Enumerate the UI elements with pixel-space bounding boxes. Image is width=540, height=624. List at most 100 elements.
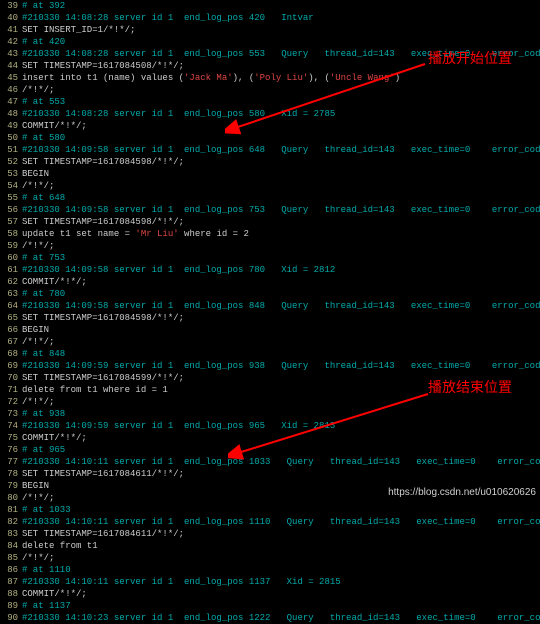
code-line: 62COMMIT/*!*/;	[0, 276, 540, 288]
line-code: #210330 14:10:23 server id 1 end_log_pos…	[18, 612, 540, 624]
code-line: 59/*!*/;	[0, 240, 540, 252]
line-code: update t1 set name = 'Mr Liu' where id =…	[18, 228, 249, 240]
line-code: #210330 14:09:58 server id 1 end_log_pos…	[18, 204, 540, 216]
line-number: 55	[0, 192, 18, 204]
code-line: 89# at 1137	[0, 600, 540, 612]
line-number: 88	[0, 588, 18, 600]
code-line: 40#210330 14:08:28 server id 1 end_log_p…	[0, 12, 540, 24]
line-number: 50	[0, 132, 18, 144]
line-code: SET TIMESTAMP=1617084611/*!*/;	[18, 468, 184, 480]
line-number: 49	[0, 120, 18, 132]
code-line: 57SET TIMESTAMP=1617084598/*!*/;	[0, 216, 540, 228]
line-code: #210330 14:10:11 server id 1 end_log_pos…	[18, 456, 540, 468]
code-line: 73# at 938	[0, 408, 540, 420]
line-code: /*!*/;	[18, 492, 54, 504]
line-number: 89	[0, 600, 18, 612]
code-line: 63# at 780	[0, 288, 540, 300]
line-code: # at 392	[18, 0, 65, 12]
line-number: 77	[0, 456, 18, 468]
code-line: 83SET TIMESTAMP=1617084611/*!*/;	[0, 528, 540, 540]
line-number: 76	[0, 444, 18, 456]
line-code: COMMIT/*!*/;	[18, 588, 87, 600]
line-number: 65	[0, 312, 18, 324]
line-number: 40	[0, 12, 18, 24]
line-number: 84	[0, 540, 18, 552]
line-number: 47	[0, 96, 18, 108]
line-code: # at 580	[18, 132, 65, 144]
code-line: 52SET TIMESTAMP=1617084598/*!*/;	[0, 156, 540, 168]
code-line: 56#210330 14:09:58 server id 1 end_log_p…	[0, 204, 540, 216]
line-code: SET TIMESTAMP=1617084598/*!*/;	[18, 216, 184, 228]
line-code: #210330 14:10:11 server id 1 end_log_pos…	[18, 576, 341, 588]
code-line: 76# at 965	[0, 444, 540, 456]
line-code: #210330 14:09:58 server id 1 end_log_pos…	[18, 264, 335, 276]
code-line: 88COMMIT/*!*/;	[0, 588, 540, 600]
line-code: BEGIN	[18, 168, 49, 180]
line-code: COMMIT/*!*/;	[18, 432, 87, 444]
code-line: 75COMMIT/*!*/;	[0, 432, 540, 444]
line-code: # at 553	[18, 96, 65, 108]
line-number: 56	[0, 204, 18, 216]
code-line: 87#210330 14:10:11 server id 1 end_log_p…	[0, 576, 540, 588]
line-number: 81	[0, 504, 18, 516]
line-number: 70	[0, 372, 18, 384]
code-line: 45insert into t1 (name) values ('Jack Ma…	[0, 72, 540, 84]
line-code: # at 1137	[18, 600, 71, 612]
code-line: 47# at 553	[0, 96, 540, 108]
line-number: 59	[0, 240, 18, 252]
line-number: 52	[0, 156, 18, 168]
line-code: /*!*/;	[18, 336, 54, 348]
code-line: 74#210330 14:09:59 server id 1 end_log_p…	[0, 420, 540, 432]
line-number: 42	[0, 36, 18, 48]
code-line: 46/*!*/;	[0, 84, 540, 96]
line-number: 82	[0, 516, 18, 528]
line-code: /*!*/;	[18, 552, 54, 564]
line-code: #210330 14:08:28 server id 1 end_log_pos…	[18, 12, 314, 24]
line-code: insert into t1 (name) values ('Jack Ma')…	[18, 72, 400, 84]
line-number: 72	[0, 396, 18, 408]
code-line: 55# at 648	[0, 192, 540, 204]
code-line: 77#210330 14:10:11 server id 1 end_log_p…	[0, 456, 540, 468]
line-code: # at 420	[18, 36, 65, 48]
line-code: /*!*/;	[18, 84, 54, 96]
line-number: 53	[0, 168, 18, 180]
line-code: /*!*/;	[18, 240, 54, 252]
line-number: 90	[0, 612, 18, 624]
code-line: 69#210330 14:09:59 server id 1 end_log_p…	[0, 360, 540, 372]
line-number: 43	[0, 48, 18, 60]
line-number: 39	[0, 0, 18, 12]
code-editor[interactable]: 39# at 39240#210330 14:08:28 server id 1…	[0, 0, 540, 624]
line-number: 60	[0, 252, 18, 264]
line-number: 51	[0, 144, 18, 156]
code-line: 54/*!*/;	[0, 180, 540, 192]
line-number: 85	[0, 552, 18, 564]
line-code: COMMIT/*!*/;	[18, 276, 87, 288]
line-number: 48	[0, 108, 18, 120]
line-code: SET TIMESTAMP=1617084611/*!*/;	[18, 528, 184, 540]
line-code: #210330 14:08:28 server id 1 end_log_pos…	[18, 108, 335, 120]
line-code: delete from t1	[18, 540, 98, 552]
code-line: 49COMMIT/*!*/;	[0, 120, 540, 132]
line-code: SET TIMESTAMP=1617084599/*!*/;	[18, 372, 184, 384]
line-code: BEGIN	[18, 480, 49, 492]
line-code: #210330 14:09:59 server id 1 end_log_pos…	[18, 420, 335, 432]
code-line: 61#210330 14:09:58 server id 1 end_log_p…	[0, 264, 540, 276]
line-number: 83	[0, 528, 18, 540]
line-code: #210330 14:10:11 server id 1 end_log_pos…	[18, 516, 540, 528]
annotation-end: 播放结束位置	[428, 383, 512, 395]
line-number: 58	[0, 228, 18, 240]
line-code: SET INSERT_ID=1/*!*/;	[18, 24, 135, 36]
code-line: 58update t1 set name = 'Mr Liu' where id…	[0, 228, 540, 240]
code-line: 68# at 848	[0, 348, 540, 360]
line-code: COMMIT/*!*/;	[18, 120, 87, 132]
line-code: #210330 14:09:58 server id 1 end_log_pos…	[18, 300, 540, 312]
code-line: 39# at 392	[0, 0, 540, 12]
line-number: 78	[0, 468, 18, 480]
line-code: SET TIMESTAMP=1617084508/*!*/;	[18, 60, 184, 72]
line-number: 44	[0, 60, 18, 72]
line-number: 86	[0, 564, 18, 576]
code-line: 84delete from t1	[0, 540, 540, 552]
code-line: 42# at 420	[0, 36, 540, 48]
code-line: 51#210330 14:09:58 server id 1 end_log_p…	[0, 144, 540, 156]
line-code: # at 1110	[18, 564, 71, 576]
